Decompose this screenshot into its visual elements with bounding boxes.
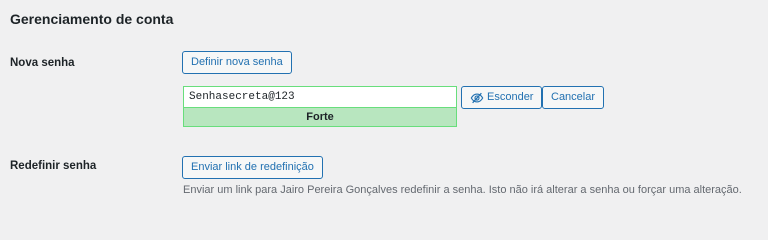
reset-password-label: Redefinir senha [10,160,97,172]
cancel-button[interactable]: Cancelar [542,86,605,109]
reset-password-description: Enviar um link para Jairo Pereira Gonçal… [183,184,742,196]
send-reset-link-button[interactable]: Enviar link de redefinição [182,156,323,179]
password-field-group: Forte [183,86,457,127]
generate-password-button[interactable]: Definir nova senha [182,51,292,74]
new-password-label: Nova senha [10,57,75,69]
eye-slash-icon [470,91,484,105]
password-input[interactable] [183,86,457,107]
hide-password-button[interactable]: Esconder [461,86,543,109]
section-title: Gerenciamento de conta [10,11,174,27]
password-strength-meter: Forte [183,107,457,127]
hide-password-label: Esconder [487,91,534,103]
